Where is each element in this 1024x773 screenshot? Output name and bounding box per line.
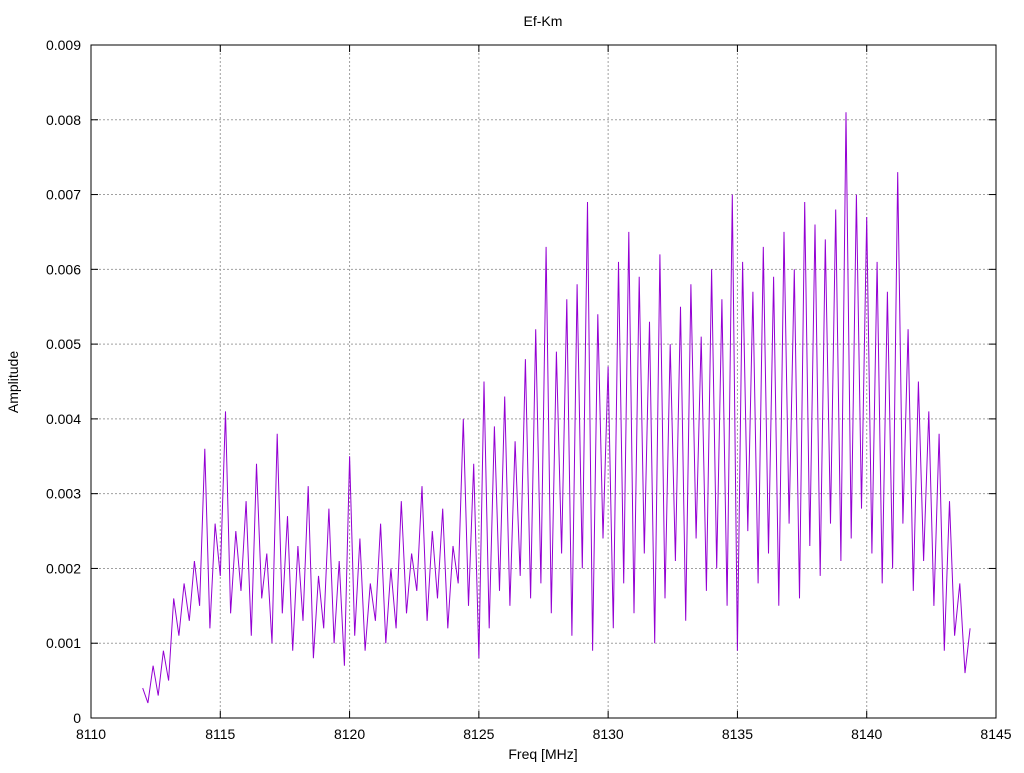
x-tick-label: 8120 — [334, 726, 365, 742]
chart-svg: 8110 8115 8120 8125 8130 8135 8140 8145 0 0.001 0.… — [5, 13, 1012, 762]
y-tick-label: 0.007 — [46, 187, 81, 203]
x-tick-label: 8110 — [76, 726, 106, 742]
y-tick-label: 0.009 — [46, 37, 81, 53]
data-layer — [142, 112, 971, 704]
y-tick-label: 0.008 — [46, 112, 81, 128]
x-tick-label: 8140 — [851, 726, 882, 742]
y-tick-label: 0 — [73, 710, 81, 726]
y-tick-label: 0.006 — [46, 261, 81, 277]
plot-frame — [90, 44, 997, 719]
y-tick-label: 0.002 — [46, 560, 81, 576]
y-tick-label: 0.004 — [46, 411, 81, 427]
x-tick-label: 8125 — [463, 726, 494, 742]
series-line-1 — [142, 112, 971, 704]
y-tick-label: 0.005 — [46, 336, 81, 352]
y-axis-label: Amplitude — [5, 351, 21, 413]
x-axis-label: Freq [MHz] — [508, 746, 577, 762]
chart-title: Ef-Km — [524, 13, 563, 29]
grid-layer — [91, 45, 996, 718]
y-tick-label: 0.001 — [46, 635, 81, 651]
x-tick-label: 8130 — [593, 726, 624, 742]
chart-root: 8110 8115 8120 8125 8130 8135 8140 8145 0 0.001 0.… — [0, 0, 1024, 768]
y-tick-label: 0.003 — [46, 486, 81, 502]
x-tick-label: 8145 — [980, 726, 1011, 742]
x-tick-label: 8115 — [205, 726, 235, 742]
x-tick-label: 8135 — [722, 726, 753, 742]
axes-layer — [90, 44, 997, 719]
